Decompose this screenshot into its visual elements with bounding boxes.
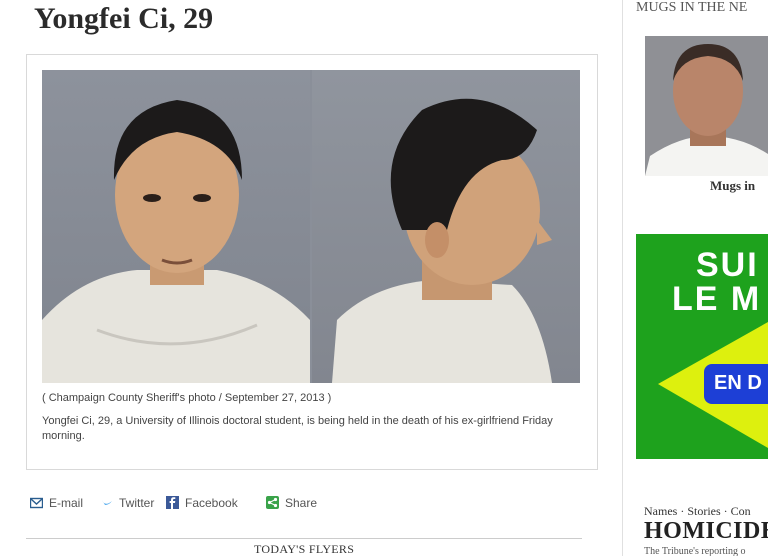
homicides-widget[interactable]: Names · Stories · Con HOMICIDES The Trib…	[636, 488, 768, 556]
section-divider	[26, 538, 582, 539]
facebook-share-link[interactable]: Facebook	[166, 496, 238, 510]
twitter-icon	[100, 496, 113, 509]
email-share-link[interactable]: E-mail	[29, 496, 84, 510]
sidebar-mugs-title[interactable]: MUGS IN THE NE	[636, 0, 747, 16]
ad-button-label: EN D	[714, 372, 762, 394]
facebook-icon	[166, 496, 179, 509]
twitter-share-link[interactable]: Twitter	[100, 496, 154, 510]
mugshot-profile	[312, 70, 580, 383]
ad-button[interactable]: EN D	[704, 364, 768, 404]
sidebar-ad[interactable]: SUI LE M EN D	[636, 234, 768, 459]
ad-arrow-icon	[658, 322, 768, 448]
column-divider	[622, 0, 623, 556]
share-link[interactable]: Share	[266, 496, 317, 510]
sidebar-mugs-caption[interactable]: Mugs in	[710, 178, 755, 194]
facebook-label: Facebook	[185, 496, 238, 510]
homicides-subtitle: The Tribune's reporting o	[644, 546, 746, 556]
todays-flyers-heading[interactable]: TODAY'S FLYERS	[254, 542, 354, 557]
twitter-label: Twitter	[119, 496, 155, 510]
mugshot-front	[42, 70, 310, 383]
email-label: E-mail	[49, 496, 84, 510]
mugshot-photo[interactable]	[42, 70, 580, 383]
mail-icon	[29, 496, 44, 509]
share-label: Share	[285, 496, 318, 510]
share-icon	[266, 496, 279, 509]
photo-caption: Yongfei Ci, 29, a University of Illinois…	[42, 415, 553, 442]
homicides-title: HOMICIDES	[644, 518, 768, 544]
homicides-nav: Names · Stories · Con	[644, 504, 751, 518]
sidebar-mug-photo[interactable]	[645, 36, 768, 176]
article-title: Yongfei Ci, 29	[34, 2, 214, 35]
photo-credit: ( Champaign County Sheriff's photo / Sep…	[42, 392, 332, 404]
